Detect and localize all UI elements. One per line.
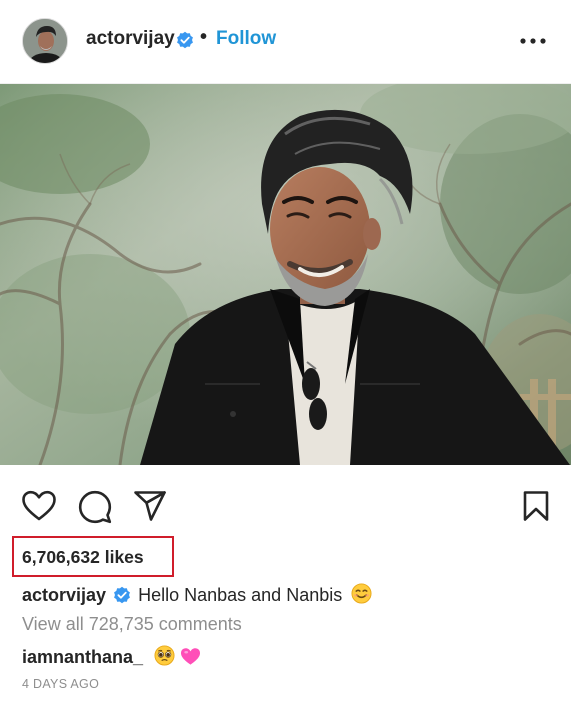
verified-badge-icon (114, 586, 130, 604)
paper-plane-icon[interactable] (133, 490, 167, 522)
view-all-comments-link[interactable]: View all 728,735 comments (22, 614, 242, 635)
post-image (0, 84, 571, 465)
avatar-image (23, 19, 67, 63)
more-options-icon[interactable] (520, 30, 546, 52)
verified-badge-icon (177, 31, 193, 49)
header-separator: • (200, 26, 208, 48)
likes-count[interactable]: 6,706,632 likes (22, 547, 144, 568)
smiling-face-emoji (351, 583, 372, 604)
pleading-face-emoji (154, 645, 175, 666)
follow-button[interactable]: Follow (216, 28, 276, 50)
pink-heart-emoji (181, 648, 201, 665)
comment-username[interactable]: iamnanthana_ (22, 647, 143, 667)
comment-item: iamnanthana_ (22, 645, 201, 668)
author-avatar[interactable] (22, 18, 68, 64)
author-username[interactable]: actorvijay (86, 28, 175, 50)
post-timestamp: 4 DAYS AGO (22, 677, 100, 691)
comment-bubble-icon[interactable] (78, 490, 112, 524)
caption-username[interactable]: actorvijay (22, 585, 106, 605)
post-caption: actorvijay Hello Nanbas and Nanbis (22, 583, 372, 606)
heart-icon[interactable] (21, 490, 57, 522)
post-header: actorvijay • Follow (0, 0, 571, 84)
caption-text: Hello Nanbas and Nanbis (138, 585, 343, 605)
bookmark-icon[interactable] (522, 490, 550, 522)
post-photo[interactable] (0, 84, 571, 465)
